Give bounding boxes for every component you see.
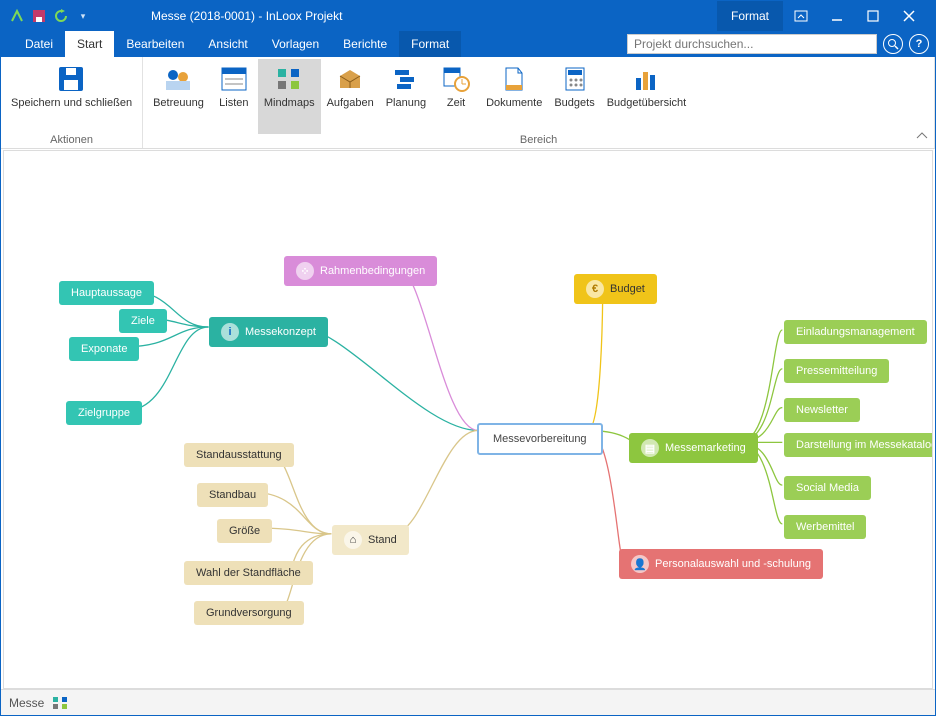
node-wahl-standflaeche[interactable]: Wahl der Standfläche — [184, 561, 313, 585]
node-grundversorgung[interactable]: Grundversorgung — [194, 601, 304, 625]
quick-access-toolbar: ▾ — [9, 8, 91, 24]
euro-icon: € — [586, 280, 604, 298]
save-close-icon — [56, 63, 88, 95]
node-newsletter[interactable]: Newsletter — [784, 398, 860, 422]
menu-ansicht[interactable]: Ansicht — [196, 31, 259, 57]
gantt-icon — [390, 63, 422, 95]
mindmap-canvas[interactable]: Messevorbereitung ⁘Rahmenbedingungen €Bu… — [3, 150, 933, 689]
statusbar-tab[interactable]: Messe — [9, 696, 44, 710]
refresh-icon[interactable] — [53, 8, 69, 24]
statusbar-mindmap-icon[interactable] — [52, 696, 70, 710]
mindmaps-button[interactable]: Mindmaps — [258, 59, 321, 134]
node-central[interactable]: Messevorbereitung — [477, 423, 603, 455]
qat-dropdown-icon[interactable]: ▾ — [75, 8, 91, 24]
node-messekatalog[interactable]: Darstellung im Messekatalog — [784, 433, 933, 457]
betreuung-button[interactable]: Betreuung — [147, 59, 210, 134]
clock-icon — [440, 63, 472, 95]
ribbon-collapse-icon[interactable] — [915, 130, 929, 144]
search-icon[interactable] — [883, 34, 903, 54]
info-icon: i — [221, 323, 239, 341]
node-messekonzept[interactable]: iMessekonzept — [209, 317, 328, 347]
node-standbau[interactable]: Standbau — [197, 483, 268, 507]
listen-button[interactable]: Listen — [210, 59, 258, 134]
calculator-icon — [559, 63, 591, 95]
node-stand[interactable]: ⌂Stand — [332, 525, 409, 555]
screen-icon: ▤ — [641, 439, 659, 457]
node-personal[interactable]: 👤Personalauswahl und -schulung — [619, 549, 823, 579]
node-werbemittel[interactable]: Werbemittel — [784, 515, 866, 539]
mindmap-icon — [273, 63, 305, 95]
menu-datei[interactable]: Datei — [13, 31, 65, 57]
window-title: Messe (2018-0001) - InLoox Projekt — [91, 9, 677, 23]
close-icon[interactable] — [891, 1, 927, 31]
aufgaben-button[interactable]: Aufgaben — [321, 59, 380, 134]
save-icon[interactable] — [31, 8, 47, 24]
ribbon-group-label-bereich: Bereich — [147, 134, 930, 148]
menu-berichte[interactable]: Berichte — [331, 31, 399, 57]
ribbon-group-bereich: Betreuung Listen Mindmaps Aufgaben Planu… — [143, 57, 935, 148]
menu-strip: Datei Start Bearbeiten Ansicht Vorlagen … — [1, 31, 935, 57]
menu-vorlagen[interactable]: Vorlagen — [260, 31, 331, 57]
person-icon: 👤 — [631, 555, 649, 573]
ribbon: Speichern und schließen Aktionen Betreuu… — [1, 57, 935, 149]
menu-format[interactable]: Format — [399, 31, 461, 57]
node-budget[interactable]: €Budget — [574, 274, 657, 304]
context-tab-format[interactable]: Format — [717, 1, 783, 31]
status-bar: Messe — [1, 689, 935, 715]
node-messemarketing[interactable]: ▤Messemarketing — [629, 433, 758, 463]
list-icon — [218, 63, 250, 95]
people-icon — [162, 63, 194, 95]
document-icon — [498, 63, 530, 95]
minimize-icon[interactable] — [819, 1, 855, 31]
node-ziele[interactable]: Ziele — [119, 309, 167, 333]
window-controls — [783, 1, 927, 31]
help-icon[interactable]: ? — [909, 34, 929, 54]
dokumente-button[interactable]: Dokumente — [480, 59, 548, 134]
node-social-media[interactable]: Social Media — [784, 476, 871, 500]
menu-bearbeiten[interactable]: Bearbeiten — [114, 31, 196, 57]
node-rahmenbedingungen[interactable]: ⁘Rahmenbedingungen — [284, 256, 437, 286]
home-icon: ⌂ — [344, 531, 362, 549]
node-pressemitteilung[interactable]: Pressemitteilung — [784, 359, 889, 383]
node-exponate[interactable]: Exponate — [69, 337, 139, 361]
planung-button[interactable]: Planung — [380, 59, 432, 134]
zeit-button[interactable]: Zeit — [432, 59, 480, 134]
box-icon — [334, 63, 366, 95]
budgets-button[interactable]: Budgets — [548, 59, 600, 134]
node-groesse[interactable]: Größe — [217, 519, 272, 543]
titlebar: ▾ Messe (2018-0001) - InLoox Projekt For… — [1, 1, 935, 31]
menu-start[interactable]: Start — [65, 31, 114, 57]
node-zielgruppe[interactable]: Zielgruppe — [66, 401, 142, 425]
node-einladungsmanagement[interactable]: Einladungsmanagement — [784, 320, 927, 344]
bar-chart-icon — [630, 63, 662, 95]
ribbon-expand-icon[interactable] — [783, 1, 819, 31]
app-icon — [9, 8, 25, 24]
dots-icon: ⁘ — [296, 262, 314, 280]
budgetuebersicht-button[interactable]: Budgetübersicht — [601, 59, 693, 134]
save-close-button[interactable]: Speichern und schließen — [5, 59, 138, 134]
search-input[interactable] — [627, 34, 877, 54]
ribbon-group-label-aktionen: Aktionen — [5, 134, 138, 148]
ribbon-group-aktionen: Speichern und schließen Aktionen — [1, 57, 143, 148]
node-standausstattung[interactable]: Standausstattung — [184, 443, 294, 467]
maximize-icon[interactable] — [855, 1, 891, 31]
node-hauptaussage[interactable]: Hauptaussage — [59, 281, 154, 305]
